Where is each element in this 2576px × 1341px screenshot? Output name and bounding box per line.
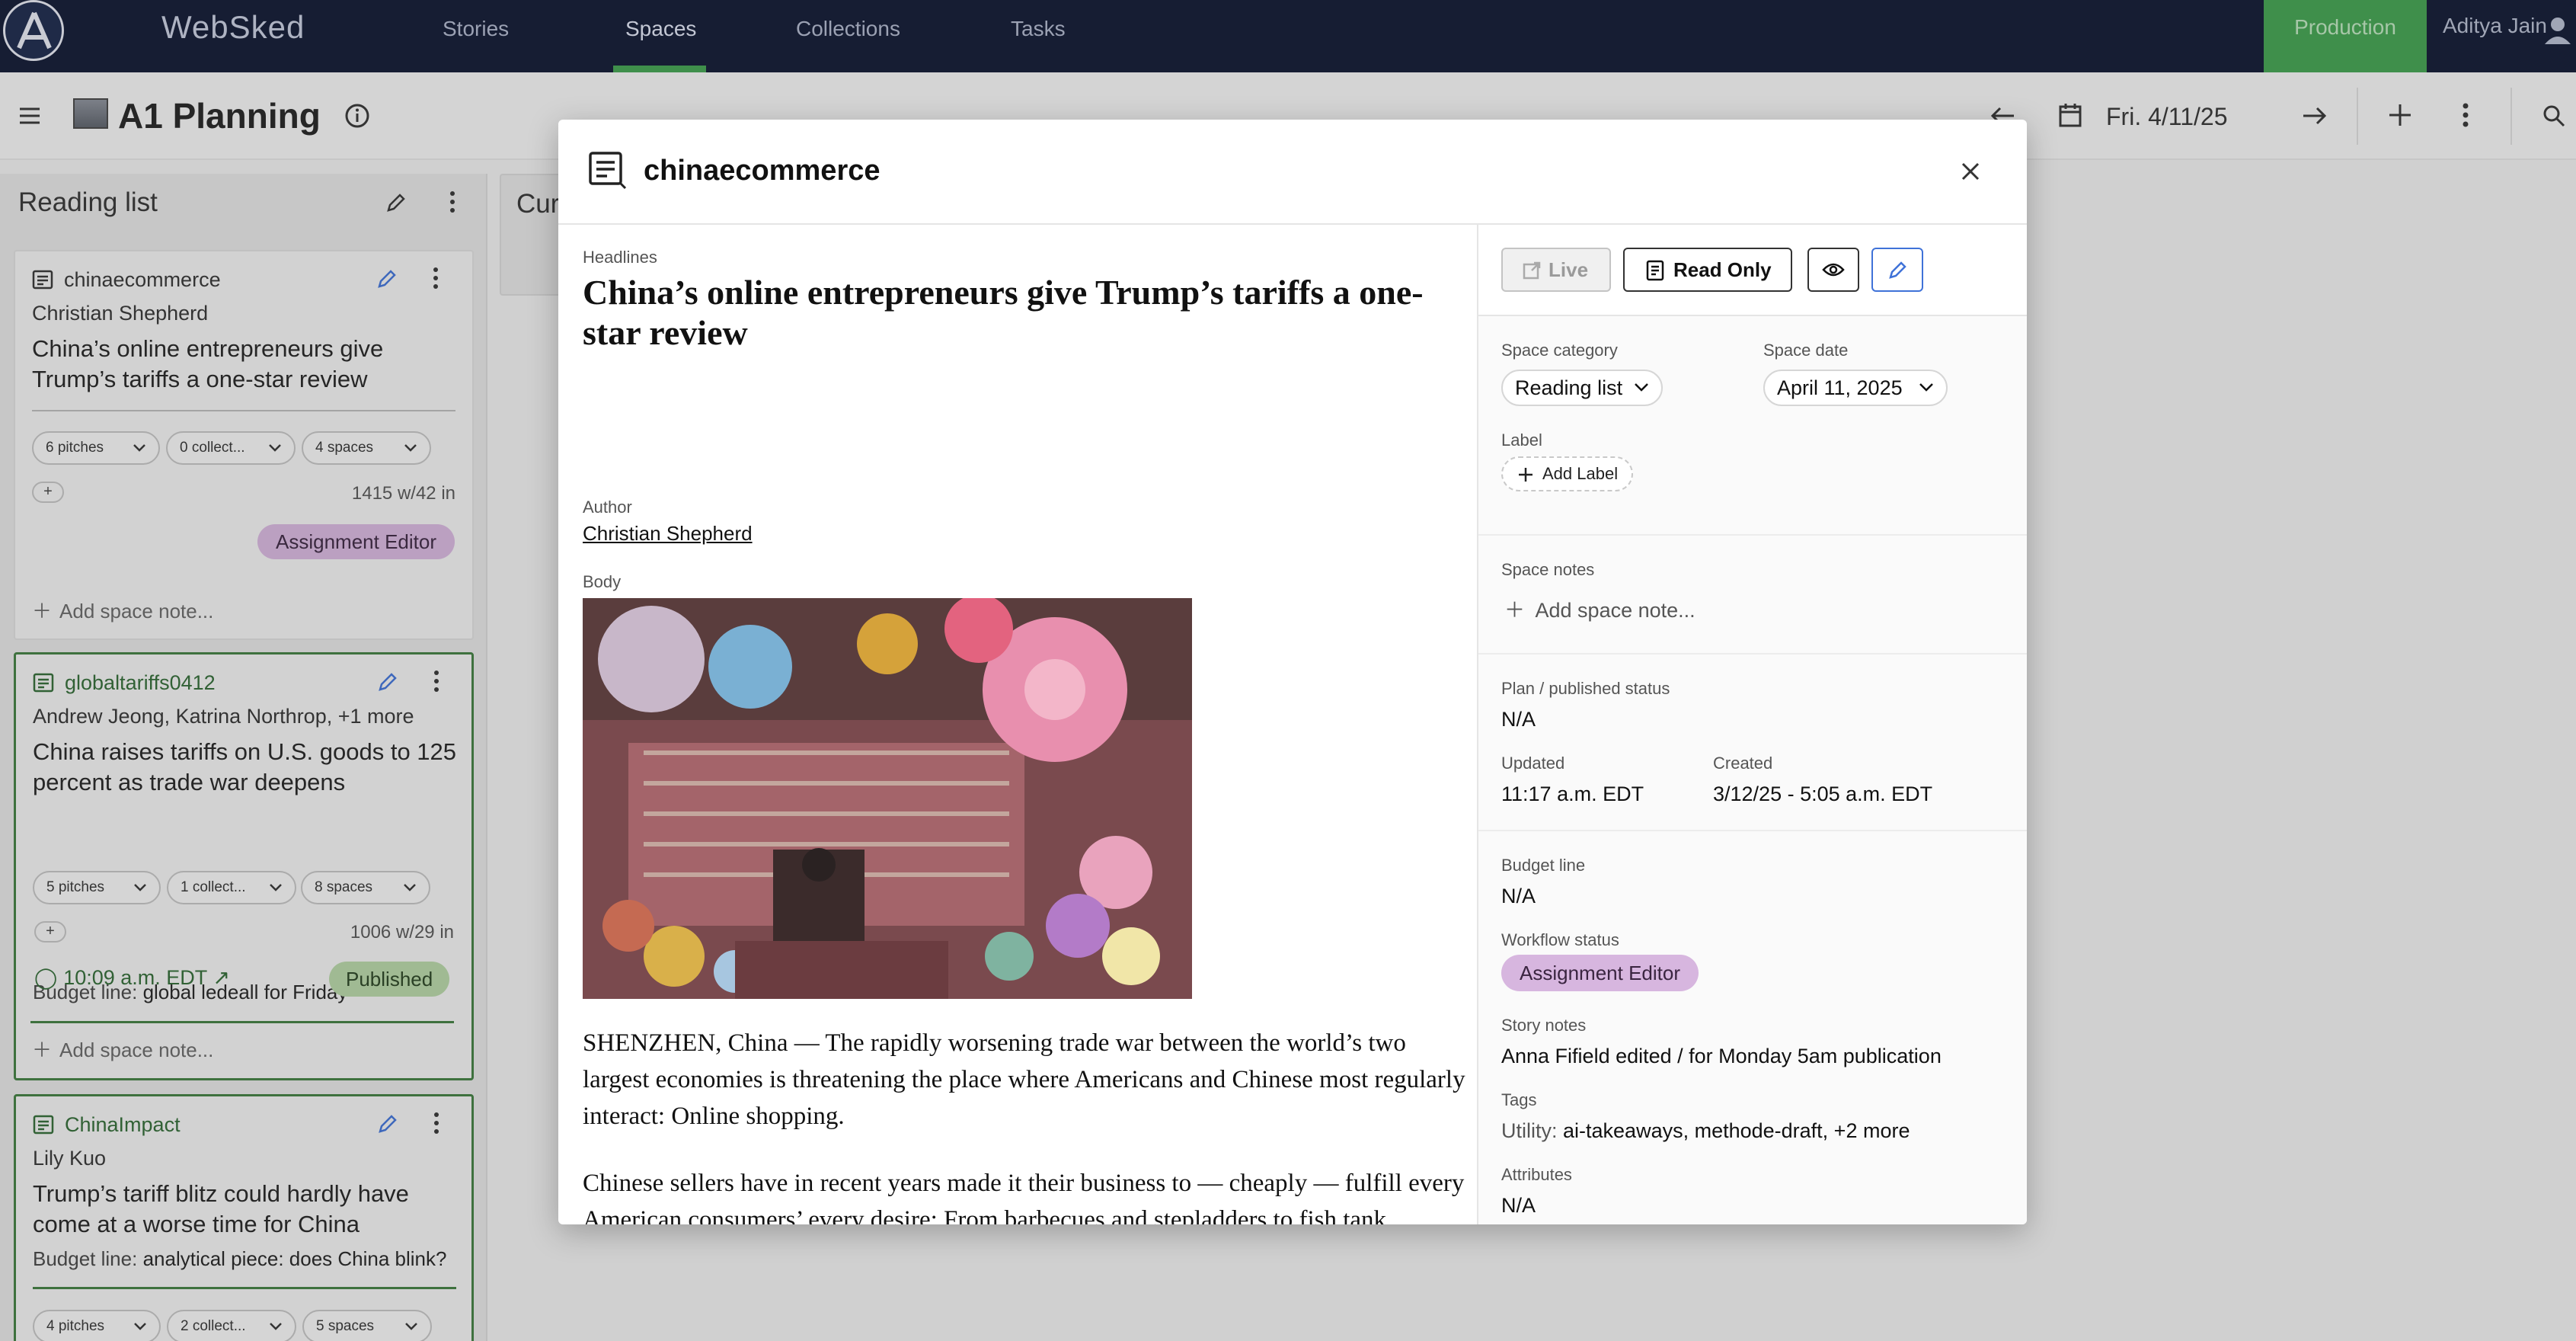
pencil-icon bbox=[1889, 261, 1906, 279]
space-notes-section: Space notes ＋ Add space note... bbox=[1478, 536, 2027, 654]
article-paragraph: SHENZHEN, China — The rapidly worsening … bbox=[583, 1029, 1465, 1130]
edit-button[interactable] bbox=[1871, 248, 1923, 292]
space-date-dropdown[interactable]: April 11, 2025 bbox=[1763, 370, 1948, 406]
active-tab-indicator bbox=[613, 66, 706, 72]
author-label: Author bbox=[583, 498, 632, 517]
story-details-section: Budget line N/A Workflow status Assignme… bbox=[1478, 831, 2027, 1224]
preview-button[interactable] bbox=[1807, 248, 1859, 292]
add-label-button[interactable]: Add Label bbox=[1501, 456, 1634, 491]
updated-value: 11:17 a.m. EDT bbox=[1501, 783, 1644, 805]
plus-icon bbox=[1519, 468, 1532, 482]
workflow-status-badge[interactable]: Assignment Editor bbox=[1501, 955, 1699, 991]
status-section: Plan / published status N/A Updated 11:1… bbox=[1478, 654, 2027, 831]
space-date-label: Space date bbox=[1763, 341, 1849, 360]
space-category-label: Space category bbox=[1501, 341, 1618, 360]
space-section: Space category Reading list Space date A… bbox=[1478, 316, 2027, 536]
story-notes-value: Anna Fifield edited / for Monday 5am pub… bbox=[1501, 1045, 1942, 1067]
body-label: Body bbox=[583, 572, 622, 591]
story-content: Headlines China’s online entrepreneurs g… bbox=[558, 225, 1477, 1224]
environment-badge[interactable]: Production bbox=[2264, 0, 2427, 72]
tags-value: Utility: ai-takeaways, methode-draft, +2… bbox=[1501, 1119, 1910, 1142]
space-notes-label: Space notes bbox=[1501, 560, 1595, 579]
label-label: Label bbox=[1501, 430, 1542, 450]
app-logo[interactable] bbox=[3, 0, 64, 61]
eye-icon bbox=[1822, 263, 1845, 277]
tab-collections[interactable]: Collections bbox=[796, 17, 900, 41]
story-notes-label: Story notes bbox=[1501, 1016, 1587, 1035]
user-icon[interactable] bbox=[2542, 15, 2573, 46]
article-paragraph: Chinese sellers have in recent years mad… bbox=[583, 1170, 1465, 1224]
chevron-down-icon bbox=[1919, 383, 1933, 392]
tab-stories[interactable]: Stories bbox=[443, 17, 509, 41]
attributes-label: Attributes bbox=[1501, 1165, 1572, 1184]
external-link-icon bbox=[1523, 261, 1541, 280]
tab-tasks[interactable]: Tasks bbox=[1011, 17, 1066, 41]
top-nav: WebSked Stories Spaces Collections Tasks… bbox=[0, 0, 2576, 72]
live-button[interactable]: Live bbox=[1501, 248, 1611, 292]
space-category-dropdown[interactable]: Reading list bbox=[1501, 370, 1663, 406]
document-icon bbox=[1646, 260, 1664, 281]
tags-label: Tags bbox=[1501, 1090, 1537, 1109]
budget-line-label: Budget line bbox=[1501, 856, 1586, 875]
created-label: Created bbox=[1713, 754, 1773, 773]
story-metadata-panel: Live Read Only Space category Reading li… bbox=[1477, 225, 2027, 1224]
mode-buttons: Live Read Only bbox=[1478, 225, 2027, 316]
close-icon[interactable] bbox=[1960, 161, 1981, 182]
user-name[interactable]: Aditya Jain bbox=[2443, 14, 2547, 38]
document-icon bbox=[589, 152, 627, 190]
attributes-value: N/A bbox=[1501, 1194, 1536, 1217]
budget-line-value: N/A bbox=[1501, 885, 1536, 907]
plan-status-label: Plan / published status bbox=[1501, 679, 1670, 698]
created-value: 3/12/25 - 5:05 a.m. EDT bbox=[1713, 783, 1933, 805]
chevron-down-icon bbox=[1635, 383, 1648, 392]
author-link[interactable]: Christian Shepherd bbox=[583, 522, 753, 546]
tab-spaces[interactable]: Spaces bbox=[625, 17, 696, 41]
article-photo bbox=[583, 598, 1192, 999]
story-modal: chinaecommerce Headlines China’s online … bbox=[558, 120, 2027, 1224]
updated-label: Updated bbox=[1501, 754, 1565, 773]
read-only-button[interactable]: Read Only bbox=[1623, 248, 1792, 292]
app-brand: WebSked bbox=[161, 9, 305, 45]
modal-header: chinaecommerce bbox=[558, 120, 2027, 225]
workflow-status-label: Workflow status bbox=[1501, 930, 1619, 949]
modal-title: chinaecommerce bbox=[644, 155, 881, 187]
headlines-label: Headlines bbox=[583, 248, 657, 267]
add-space-note[interactable]: ＋ Add space note... bbox=[1504, 594, 1695, 623]
plan-status-value: N/A bbox=[1501, 708, 1536, 731]
article-headline: China’s online entrepreneurs give Trump’… bbox=[583, 273, 1424, 352]
